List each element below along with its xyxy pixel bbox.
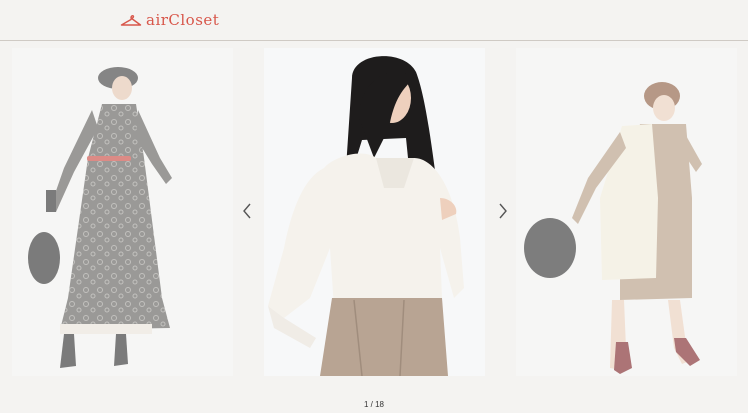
chevron-right-icon: [496, 201, 510, 221]
brand-logo[interactable]: airCloset: [120, 9, 219, 31]
slide-right[interactable]: [516, 48, 737, 376]
logo-text: airCloset: [146, 11, 220, 29]
outfit-carousel: 1 / 18: [0, 41, 748, 413]
outfit-photo-left: [28, 67, 172, 368]
outfit-photo-right: [524, 82, 702, 374]
next-slide-button[interactable]: [496, 201, 510, 221]
site-header: airCloset: [0, 0, 748, 41]
slide-center[interactable]: [264, 48, 485, 376]
hanger-icon: [120, 13, 142, 27]
prev-slide-button[interactable]: [240, 201, 254, 221]
chevron-left-icon: [240, 201, 254, 221]
page-indicator: 1 / 18: [363, 400, 384, 409]
slide-left[interactable]: [12, 48, 233, 376]
outfit-photo-center: [264, 48, 485, 376]
